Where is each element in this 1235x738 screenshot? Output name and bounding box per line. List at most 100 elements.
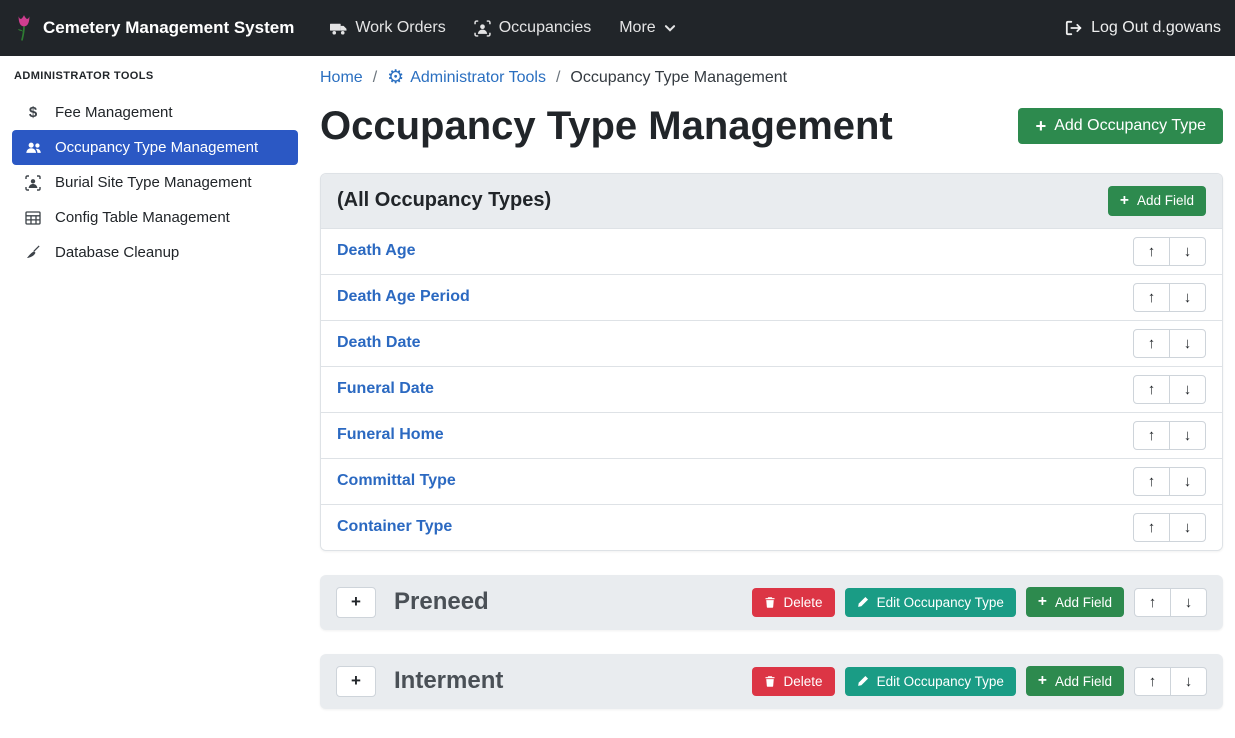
add-field-button[interactable]: + Add Field: [1026, 666, 1124, 696]
occupancy-type-section-preneed: + Preneed Delete: [320, 575, 1223, 630]
move-up-button[interactable]: ↑: [1134, 588, 1171, 617]
expand-button[interactable]: +: [336, 666, 376, 697]
field-link[interactable]: Death Age Period: [337, 288, 470, 306]
nav-more-label: More: [619, 19, 655, 37]
move-down-button[interactable]: ↓: [1169, 283, 1206, 312]
people-icon: [24, 139, 42, 156]
broom-icon: [24, 245, 42, 261]
reorder-button-group: ↑ ↓: [1133, 375, 1206, 404]
add-field-button[interactable]: + Add Field: [1108, 186, 1206, 216]
edit-occupancy-type-button[interactable]: Edit Occupancy Type: [845, 667, 1016, 696]
expand-button[interactable]: +: [336, 587, 376, 618]
person-bounding-box-icon: [474, 20, 491, 37]
occupancy-type-name: Preneed: [394, 588, 489, 616]
sidebar-item-database-cleanup[interactable]: Database Cleanup: [12, 235, 298, 270]
sidebar-item-occupancy-type-management[interactable]: Occupancy Type Management: [12, 130, 298, 165]
move-up-button[interactable]: ↑: [1133, 513, 1170, 542]
sidebar-item-label: Occupancy Type Management: [55, 139, 258, 156]
field-link[interactable]: Funeral Date: [337, 380, 434, 398]
field-row: Death Date ↑ ↓: [321, 320, 1222, 366]
breadcrumb-administrator-tools-link[interactable]: ⚙ Administrator Tools: [387, 68, 546, 87]
brand-link[interactable]: Cemetery Management System: [14, 13, 294, 43]
move-down-button[interactable]: ↓: [1169, 329, 1206, 358]
field-link[interactable]: Funeral Home: [337, 426, 444, 444]
move-down-button[interactable]: ↓: [1169, 513, 1206, 542]
reorder-button-group: ↑ ↓: [1133, 467, 1206, 496]
page-title: Occupancy Type Management: [320, 101, 893, 151]
section-actions: Delete Edit Occupancy Type + Add Field ↑: [752, 587, 1207, 617]
move-up-button[interactable]: ↑: [1133, 375, 1170, 404]
move-down-button[interactable]: ↓: [1169, 237, 1206, 266]
pencil-icon: [857, 675, 869, 687]
reorder-button-group: ↑ ↓: [1133, 283, 1206, 312]
field-link[interactable]: Death Age: [337, 242, 416, 260]
field-link[interactable]: Committal Type: [337, 472, 456, 490]
logout-label: Log Out d.gowans: [1091, 19, 1221, 37]
field-row: Funeral Home ↑ ↓: [321, 412, 1222, 458]
breadcrumb-home-link[interactable]: Home: [320, 69, 363, 87]
trash-icon: [764, 675, 776, 688]
sidebar: Administrator Tools $ Fee Management Occ…: [0, 56, 308, 738]
add-field-button[interactable]: + Add Field: [1026, 587, 1124, 617]
breadcrumb-home-label: Home: [320, 69, 363, 87]
navbar-links: Work Orders Occupancies More: [316, 11, 689, 45]
dollar-icon: $: [24, 104, 42, 121]
add-occupancy-type-button[interactable]: + Add Occupancy Type: [1018, 108, 1223, 144]
main-content: Home / ⚙ Administrator Tools / Occupancy…: [308, 56, 1235, 738]
all-occupancy-types-card: (All Occupancy Types) + Add Field Death …: [320, 173, 1223, 551]
reorder-button-group: ↑ ↓: [1134, 588, 1207, 617]
flower-logo-icon: [14, 13, 34, 43]
pencil-icon: [857, 596, 869, 608]
move-down-button[interactable]: ↓: [1169, 375, 1206, 404]
field-link[interactable]: Death Date: [337, 334, 421, 352]
nav-occupancies-label: Occupancies: [499, 19, 592, 37]
field-row: Death Age Period ↑ ↓: [321, 274, 1222, 320]
nav-occupancies[interactable]: Occupancies: [460, 11, 606, 45]
edit-occupancy-type-button[interactable]: Edit Occupancy Type: [845, 588, 1016, 617]
reorder-button-group: ↑ ↓: [1133, 513, 1206, 542]
move-down-button[interactable]: ↓: [1169, 467, 1206, 496]
card-header: (All Occupancy Types) + Add Field: [321, 174, 1222, 229]
title-row: Occupancy Type Management + Add Occupanc…: [320, 101, 1223, 151]
field-row: Committal Type ↑ ↓: [321, 458, 1222, 504]
add-field-label: Add Field: [1137, 193, 1194, 208]
sidebar-item-fee-management[interactable]: $ Fee Management: [12, 95, 298, 130]
field-link[interactable]: Container Type: [337, 518, 452, 536]
sidebar-item-config-table-management[interactable]: Config Table Management: [12, 200, 298, 235]
breadcrumb-separator: /: [373, 69, 377, 87]
section-actions: Delete Edit Occupancy Type + Add Field ↑: [752, 666, 1207, 696]
logout-link[interactable]: Log Out d.gowans: [1064, 19, 1221, 37]
sidebar-heading: Administrator Tools: [12, 70, 298, 82]
move-up-button[interactable]: ↑: [1133, 421, 1170, 450]
plus-icon: +: [1120, 193, 1129, 209]
move-up-button[interactable]: ↑: [1133, 467, 1170, 496]
add-field-label: Add Field: [1055, 595, 1112, 610]
move-up-button[interactable]: ↑: [1133, 329, 1170, 358]
nav-work-orders-label: Work Orders: [355, 19, 445, 37]
plus-icon: +: [1038, 673, 1047, 689]
nav-work-orders[interactable]: Work Orders: [316, 11, 459, 45]
field-row: Container Type ↑ ↓: [321, 504, 1222, 550]
delete-button[interactable]: Delete: [752, 588, 835, 617]
move-up-button[interactable]: ↑: [1134, 667, 1171, 696]
edit-occupancy-type-label: Edit Occupancy Type: [877, 674, 1004, 689]
sidebar-item-burial-site-type-management[interactable]: Burial Site Type Management: [12, 165, 298, 200]
trash-icon: [764, 596, 776, 609]
reorder-button-group: ↑ ↓: [1133, 421, 1206, 450]
add-occupancy-type-label: Add Occupancy Type: [1054, 117, 1206, 135]
occupancy-type-name: Interment: [394, 667, 503, 695]
add-field-label: Add Field: [1055, 674, 1112, 689]
delete-button[interactable]: Delete: [752, 667, 835, 696]
nav-more[interactable]: More: [605, 11, 689, 45]
chevron-down-icon: [664, 22, 676, 34]
move-down-button[interactable]: ↓: [1169, 421, 1206, 450]
sidebar-item-label: Config Table Management: [55, 209, 230, 226]
move-up-button[interactable]: ↑: [1133, 237, 1170, 266]
move-down-button[interactable]: ↓: [1170, 667, 1207, 696]
box-arrow-right-icon: [1064, 19, 1082, 37]
move-down-button[interactable]: ↓: [1170, 588, 1207, 617]
brand-title: Cemetery Management System: [43, 18, 294, 38]
top-navbar: Cemetery Management System Work Orders: [0, 0, 1235, 56]
sidebar-item-label: Burial Site Type Management: [55, 174, 252, 191]
move-up-button[interactable]: ↑: [1133, 283, 1170, 312]
